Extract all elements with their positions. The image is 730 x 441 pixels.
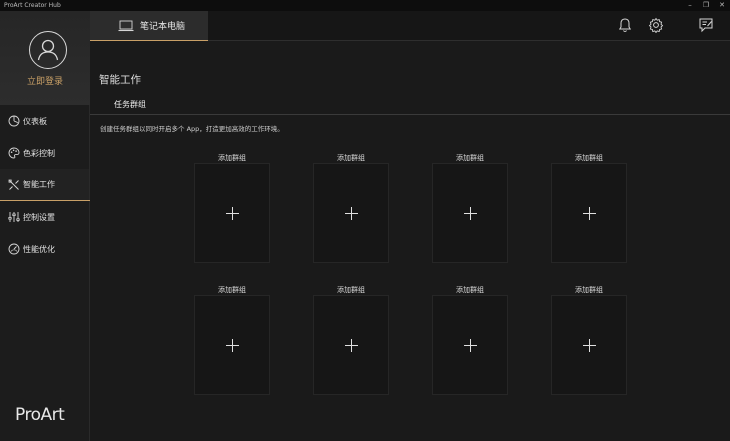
sidebar-item-label: 性能优化 xyxy=(23,244,55,254)
sidebar-item-color-control[interactable]: 色彩控制 xyxy=(0,137,90,169)
add-group-button[interactable] xyxy=(313,295,389,395)
login-link[interactable]: 立即登录 xyxy=(0,74,90,87)
sidebar: 立即登录 仪表板 色彩控制 智能工作 控制设置 性能优化 ProArt xyxy=(0,11,90,441)
dashboard-icon xyxy=(8,115,20,127)
group-slot: 添加群组 xyxy=(313,285,389,395)
group-label: 添加群组 xyxy=(337,154,365,162)
page-description: 创建任务群组以同时开启多个 App，打造更加高效的工作环境。 xyxy=(100,125,284,133)
group-slot: 添加群组 xyxy=(432,285,508,395)
sidebar-item-smart-work[interactable]: 智能工作 xyxy=(0,169,90,201)
plus-icon xyxy=(226,339,239,352)
plus-icon xyxy=(226,207,239,220)
plus-icon xyxy=(345,339,358,352)
sidebar-item-label: 仪表板 xyxy=(23,116,47,126)
tools-icon xyxy=(8,179,19,190)
sidebar-item-control-settings[interactable]: 控制设置 xyxy=(0,201,90,233)
group-label: 添加群组 xyxy=(575,286,603,294)
group-label: 添加群组 xyxy=(337,286,365,294)
sliders-icon xyxy=(8,212,20,222)
close-button[interactable]: ✕ xyxy=(714,0,730,11)
title-bar: ProArt Creator Hub – ❐ ✕ xyxy=(0,0,730,11)
group-slot: 添加群组 xyxy=(194,285,270,395)
group-slot: 添加群组 xyxy=(313,153,389,263)
window-title: ProArt Creator Hub xyxy=(4,2,61,9)
subtab-divider xyxy=(90,114,730,115)
minimize-button[interactable]: – xyxy=(682,0,698,11)
tab-task-groups[interactable]: 任务群组 xyxy=(100,99,160,115)
plus-icon xyxy=(464,207,477,220)
top-bar: 笔记本电脑 xyxy=(90,11,730,41)
sidebar-item-dashboard[interactable]: 仪表板 xyxy=(0,105,90,137)
group-slot: 添加群组 xyxy=(432,153,508,263)
group-label: 添加群组 xyxy=(575,154,603,162)
plus-icon xyxy=(464,339,477,352)
group-slot: 添加群组 xyxy=(194,153,270,263)
laptop-icon xyxy=(118,20,134,31)
maximize-button[interactable]: ❐ xyxy=(698,0,714,11)
group-label: 添加群组 xyxy=(218,286,246,294)
plus-icon xyxy=(583,207,596,220)
feedback-icon[interactable] xyxy=(698,17,714,33)
user-icon xyxy=(37,39,58,60)
add-group-button[interactable] xyxy=(551,295,627,395)
page-title: 智能工作 xyxy=(99,74,141,86)
group-slot: 添加群组 xyxy=(551,153,627,263)
tab-label: 笔记本电脑 xyxy=(140,22,186,32)
add-group-button[interactable] xyxy=(432,295,508,395)
gear-icon[interactable] xyxy=(648,17,664,33)
add-group-button[interactable] xyxy=(194,295,270,395)
gauge-icon xyxy=(8,243,20,255)
add-group-button[interactable] xyxy=(313,163,389,263)
palette-icon xyxy=(8,147,20,159)
add-group-button[interactable] xyxy=(194,163,270,263)
sidebar-nav: 仪表板 色彩控制 智能工作 控制设置 性能优化 xyxy=(0,105,90,265)
group-slot: 添加群组 xyxy=(551,285,627,395)
group-label: 添加群组 xyxy=(218,154,246,162)
avatar[interactable] xyxy=(29,31,67,69)
bell-icon[interactable] xyxy=(617,17,633,33)
plus-icon xyxy=(345,207,358,220)
add-group-button[interactable] xyxy=(432,163,508,263)
plus-icon xyxy=(583,339,596,352)
group-label: 添加群组 xyxy=(456,286,484,294)
sidebar-item-label: 智能工作 xyxy=(23,180,55,189)
brand-logo: ProArt xyxy=(15,405,65,425)
sidebar-item-label: 色彩控制 xyxy=(23,148,55,158)
group-label: 添加群组 xyxy=(456,154,484,162)
sidebar-item-label: 控制设置 xyxy=(23,212,55,222)
add-group-button[interactable] xyxy=(551,163,627,263)
sidebar-item-performance[interactable]: 性能优化 xyxy=(0,233,90,265)
tab-laptop[interactable]: 笔记本电脑 xyxy=(90,11,208,41)
profile-panel: 立即登录 xyxy=(0,11,90,105)
